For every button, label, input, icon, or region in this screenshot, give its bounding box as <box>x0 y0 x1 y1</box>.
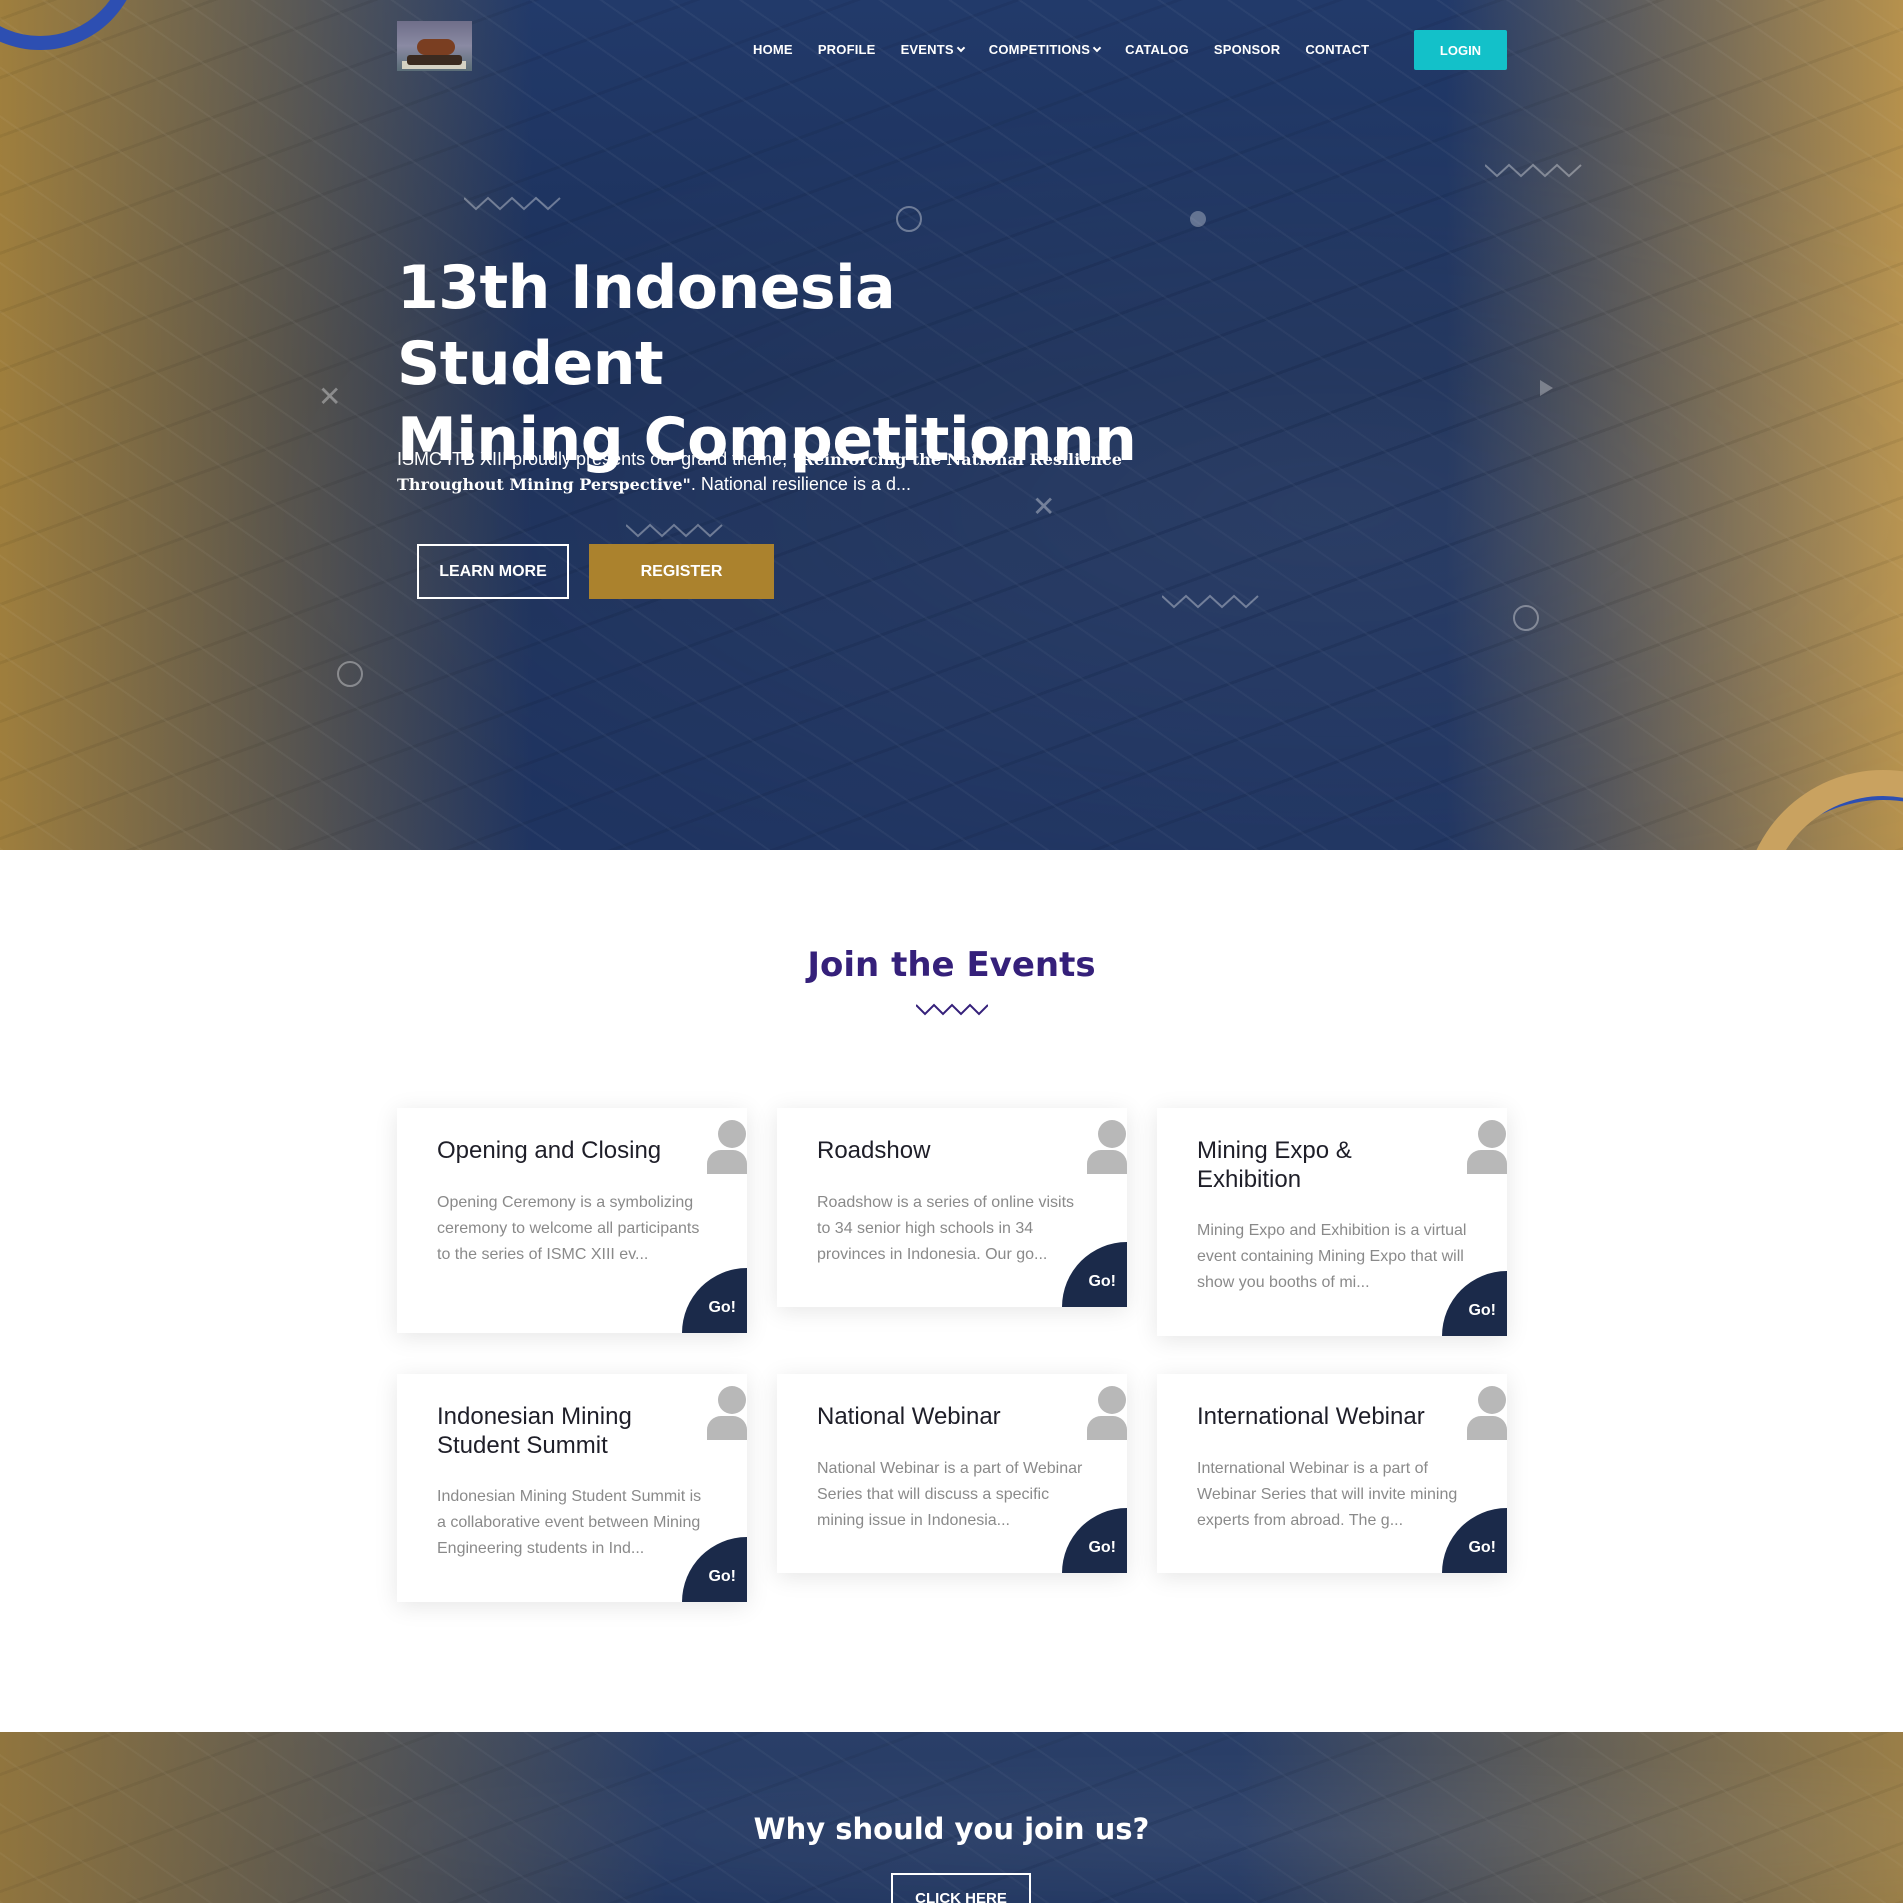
hero-description: ISMC ITB XIII proudly presents our grand… <box>397 447 1127 497</box>
person-icon-body <box>1087 1150 1127 1174</box>
event-card-opening-closing[interactable]: Opening and Closing Opening Ceremony is … <box>397 1108 747 1333</box>
site-logo[interactable] <box>397 21 472 71</box>
top-navbar: HOME PROFILE EVENTS COMPETITIONS CATALOG… <box>0 0 1903 100</box>
decor-zigzag <box>1485 163 1583 179</box>
go-button-label: Go! <box>708 1568 736 1585</box>
nav-catalog-label: CATALOG <box>1125 42 1189 57</box>
decor-circle <box>896 206 922 232</box>
event-card-description: National Webinar is a part of Webinar Se… <box>817 1460 1083 1529</box>
go-button[interactable]: Go! <box>682 1268 747 1333</box>
why-join-title: Why should you join us? <box>753 1812 1150 1846</box>
decor-zigzag <box>464 196 562 212</box>
go-button-label: Go! <box>1468 1302 1496 1319</box>
person-icon <box>1467 1386 1507 1442</box>
person-icon-body <box>707 1416 747 1440</box>
event-card-title: National Webinar <box>817 1403 1001 1430</box>
login-button[interactable]: LOGIN <box>1414 30 1507 70</box>
decor-triangle <box>1540 380 1553 396</box>
learn-more-button[interactable]: LEARN MORE <box>417 544 569 599</box>
events-section-title: Join the Events <box>807 945 1096 985</box>
event-card-title: Roadshow <box>817 1137 931 1164</box>
event-card-title: Mining Expo & Exhibition <box>1197 1137 1352 1193</box>
event-card-title: International Webinar <box>1197 1403 1425 1430</box>
nav-sponsor[interactable]: SPONSOR <box>1214 42 1280 57</box>
nav-catalog[interactable]: CATALOG <box>1125 42 1189 57</box>
person-icon-body <box>1087 1416 1127 1440</box>
go-button-label: Go! <box>1088 1539 1116 1556</box>
main-nav: HOME PROFILE EVENTS COMPETITIONS CATALOG… <box>753 42 1394 57</box>
person-icon-body <box>707 1150 747 1174</box>
person-icon-head <box>718 1386 746 1414</box>
nav-competitions[interactable]: COMPETITIONS <box>988 42 1102 57</box>
person-icon-body <box>1467 1416 1507 1440</box>
decor-x-icon: ✕ <box>1032 491 1056 522</box>
decor-x-icon: ✕ <box>318 381 342 412</box>
event-card-title: Indonesian Mining Student Summit <box>437 1403 632 1459</box>
nav-competitions-label: COMPETITIONS <box>988 42 1091 57</box>
person-icon <box>707 1386 747 1442</box>
hero-section: ✕ ✕ HOME PROFILE EVENTS COMPETITIONS CAT… <box>0 0 1903 850</box>
event-card-description: International Webinar is a part of Webin… <box>1197 1460 1458 1529</box>
event-card-description: Mining Expo and Exhibition is a virtual … <box>1197 1222 1467 1291</box>
event-card-national-webinar[interactable]: National Webinar National Webinar is a p… <box>777 1374 1127 1573</box>
chevron-down-icon <box>1092 43 1102 52</box>
logo-gavel-base-shape <box>407 55 462 65</box>
nav-home[interactable]: HOME <box>753 42 793 57</box>
nav-profile[interactable]: PROFILE <box>818 42 876 57</box>
why-join-section: Why should you join us? CLICK HERE <box>0 1732 1903 1903</box>
nav-home-label: HOME <box>753 42 793 57</box>
register-button[interactable]: REGISTER <box>589 544 774 599</box>
person-icon <box>1467 1120 1507 1176</box>
decor-zigzag <box>626 523 724 539</box>
person-icon-head <box>718 1120 746 1148</box>
hero-title: 13th Indonesia Student Mining Competitio… <box>397 250 1157 478</box>
nav-sponsor-label: SPONSOR <box>1213 42 1281 57</box>
person-icon-head <box>1478 1120 1506 1148</box>
decor-circle <box>337 661 363 687</box>
hero-desc-suffix: . National resilience is a d... <box>690 474 911 494</box>
go-button-label: Go! <box>708 1299 736 1316</box>
event-card-description: Indonesian Mining Student Summit is a co… <box>437 1488 702 1557</box>
go-button-label: Go! <box>1088 1273 1116 1290</box>
decor-circle <box>1513 605 1539 631</box>
go-button-label: Go! <box>1468 1539 1496 1556</box>
click-here-button[interactable]: CLICK HERE <box>891 1873 1031 1903</box>
decor-zigzag <box>1162 594 1260 610</box>
person-icon <box>1087 1386 1127 1442</box>
person-icon-body <box>1467 1150 1507 1174</box>
event-card-student-summit[interactable]: Indonesian Mining Student Summit Indones… <box>397 1374 747 1602</box>
chevron-down-icon <box>956 43 966 52</box>
event-card-description: Opening Ceremony is a symbolizing ceremo… <box>437 1194 700 1263</box>
person-icon-head <box>1478 1386 1506 1414</box>
hero-title-line-1: 13th Indonesia Student <box>397 253 896 399</box>
decor-dot <box>1190 211 1206 227</box>
nav-profile-label: PROFILE <box>817 42 876 57</box>
event-card-description: Roadshow is a series of online visits to… <box>817 1194 1075 1263</box>
hero-desc-prefix: ISMC ITB XIII proudly presents our grand… <box>397 449 793 469</box>
person-icon-head <box>1098 1386 1126 1414</box>
event-card-roadshow[interactable]: Roadshow Roadshow is a series of online … <box>777 1108 1127 1307</box>
event-card-international-webinar[interactable]: International Webinar International Webi… <box>1157 1374 1507 1573</box>
logo-gavel-shape <box>417 39 455 55</box>
person-icon <box>707 1120 747 1176</box>
nav-events[interactable]: EVENTS <box>900 42 966 57</box>
event-card-title: Opening and Closing <box>437 1137 662 1164</box>
nav-events-label: EVENTS <box>900 42 954 57</box>
nav-contact[interactable]: CONTACT <box>1305 42 1369 57</box>
person-icon-head <box>1098 1120 1126 1148</box>
nav-contact-label: CONTACT <box>1305 42 1370 57</box>
person-icon <box>1087 1120 1127 1176</box>
event-card-mining-expo[interactable]: Mining Expo & Exhibition Mining Expo and… <box>1157 1108 1507 1336</box>
title-zigzag-divider <box>915 1003 989 1022</box>
